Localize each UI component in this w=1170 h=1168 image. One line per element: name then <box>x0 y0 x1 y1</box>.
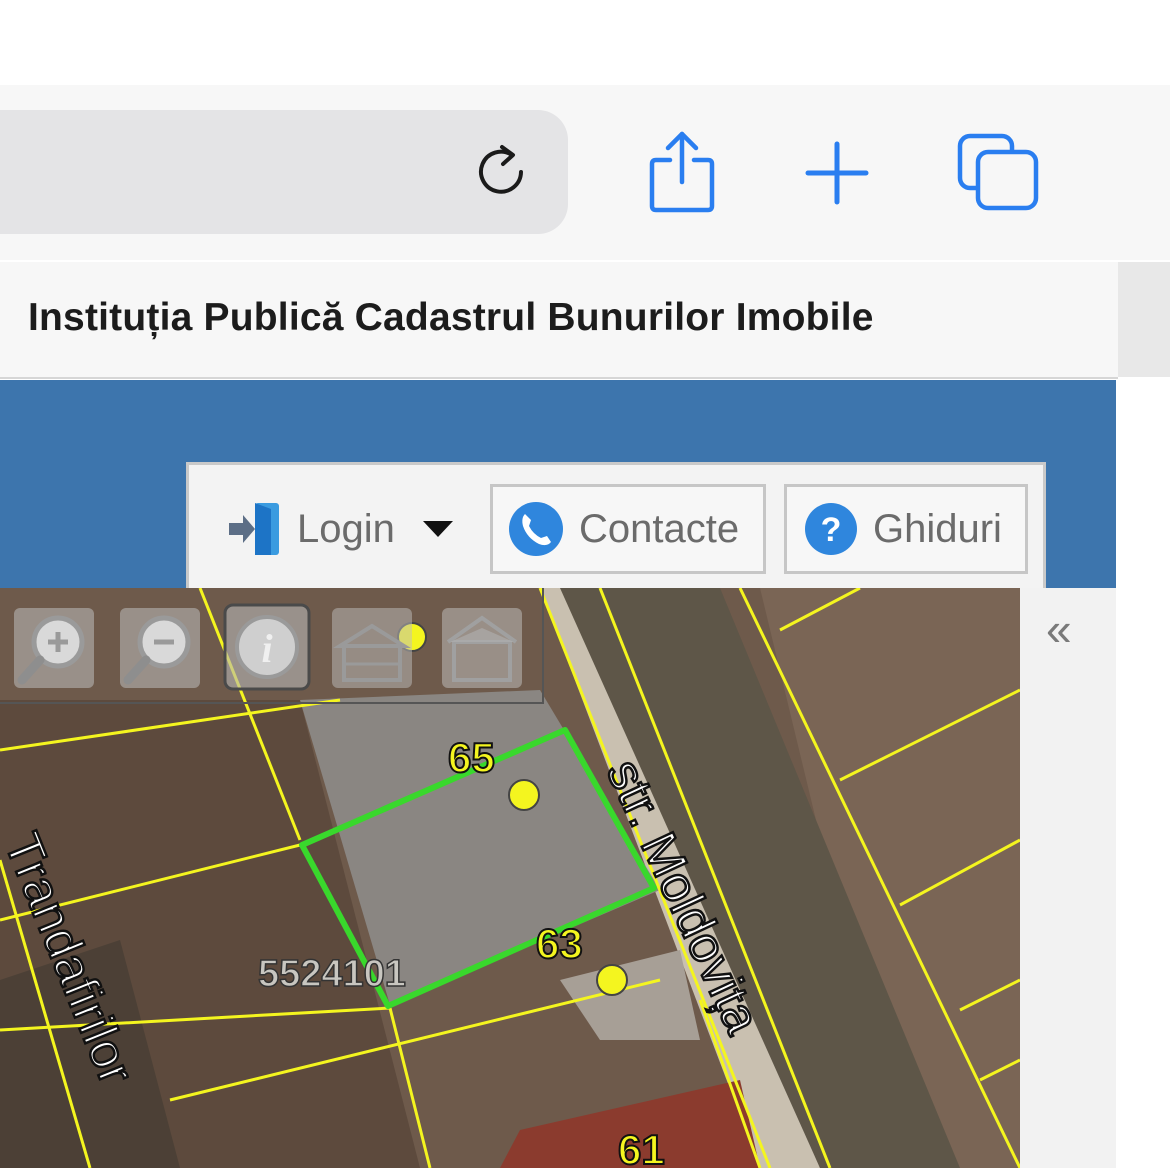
login-icon <box>229 503 279 555</box>
house-number-65: 65 <box>448 734 495 781</box>
map-labels: 65 63 61 5524101 str. Moldovița Trandafi… <box>0 733 773 1168</box>
help-icon: ? <box>805 503 857 555</box>
guides-label: Ghiduri <box>873 506 1002 551</box>
guides-button[interactable]: ? Ghiduri <box>784 484 1028 574</box>
contacts-button[interactable]: Contacte <box>490 484 766 574</box>
login-button[interactable]: Login <box>204 484 474 574</box>
page-margin <box>1116 380 1170 1168</box>
contacts-label: Contacte <box>579 506 740 551</box>
side-panel <box>1020 588 1116 1168</box>
street-label-moldovita: str. Moldovița <box>596 751 771 1042</box>
tabs-icon[interactable] <box>956 132 1040 212</box>
svg-text:?: ? <box>821 511 842 549</box>
collapse-panel-button[interactable]: « <box>1046 606 1072 652</box>
street-label-trandafirilor: Trandafirilor <box>0 825 145 1092</box>
phone-icon <box>509 502 563 556</box>
house-number-61: 61 <box>618 1126 665 1168</box>
tab-overflow <box>1118 262 1170 377</box>
chevron-down-icon[interactable] <box>421 519 455 539</box>
new-tab-icon[interactable] <box>804 140 870 206</box>
house-number-63: 63 <box>536 920 583 967</box>
login-label: Login <box>297 506 395 551</box>
status-area <box>0 0 1170 85</box>
parcel-id-label: 5524101 <box>258 953 406 995</box>
reload-icon[interactable] <box>476 142 534 204</box>
page-title[interactable]: Instituția Publică Cadastrul Bunurilor I… <box>28 296 874 340</box>
share-icon[interactable] <box>646 128 718 214</box>
